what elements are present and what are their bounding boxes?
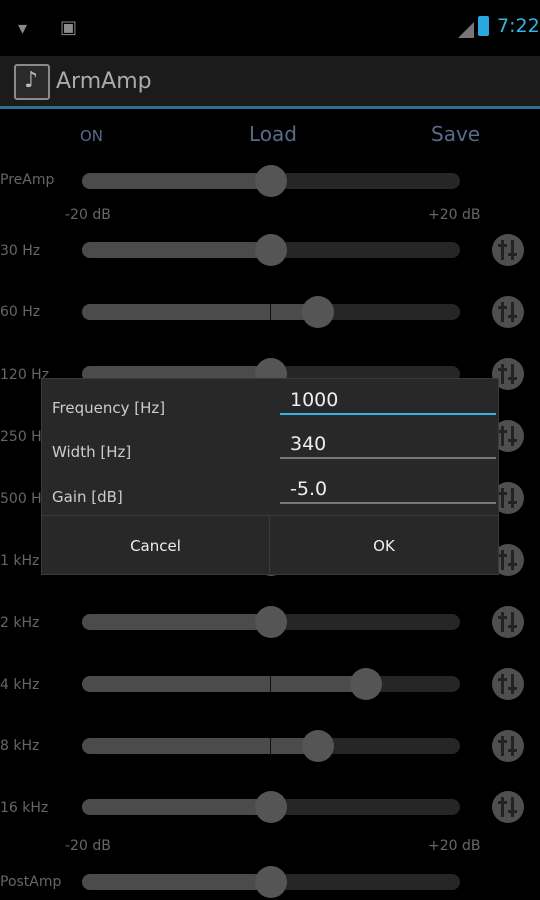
band-slider[interactable]: [82, 791, 460, 823]
band-adjust-icon[interactable]: [492, 234, 524, 266]
range-min-label: -20 dB: [65, 838, 111, 854]
image-icon: ▣: [60, 17, 78, 38]
save-button[interactable]: Save: [431, 122, 480, 146]
width-input[interactable]: 340: [280, 433, 496, 459]
width-row: Width [Hz] 340: [42, 427, 498, 471]
app-icon[interactable]: [14, 64, 50, 100]
range-max-label: +20 dB: [428, 838, 481, 854]
postamp-label: PostAmp: [0, 874, 62, 890]
band-label: 1 kHz: [0, 553, 40, 569]
frequency-input[interactable]: 1000: [280, 389, 496, 415]
slider-thumb[interactable]: [255, 234, 287, 266]
band-slider[interactable]: [82, 730, 460, 762]
gain-input[interactable]: -5.0: [280, 478, 496, 504]
app-title: ArmAmp: [56, 69, 152, 94]
on-toggle[interactable]: ON: [80, 127, 103, 145]
wifi-icon: ▾: [18, 18, 28, 39]
band-adjust-icon[interactable]: [492, 296, 524, 328]
preamp-label: PreAmp: [0, 172, 55, 188]
ok-button[interactable]: OK: [270, 516, 498, 576]
range-max-label: +20 dB: [428, 207, 481, 223]
slider-thumb[interactable]: [302, 730, 335, 762]
status-bar: ▾ ▣ 7:22: [0, 0, 540, 56]
band-slider[interactable]: [82, 606, 460, 638]
slider-thumb[interactable]: [255, 791, 287, 823]
width-label: Width [Hz]: [52, 443, 132, 461]
band-adjust-icon[interactable]: [492, 791, 524, 823]
clock: 7:22: [497, 15, 540, 37]
band-label: 2 kHz: [0, 615, 40, 631]
band-adjust-icon[interactable]: [492, 730, 524, 762]
frequency-row: Frequency [Hz] 1000: [42, 383, 498, 427]
band-label: 8 kHz: [0, 738, 40, 754]
slider-thumb[interactable]: [255, 606, 287, 638]
gain-row: Gain [dB] -5.0: [42, 472, 498, 516]
band-label: 4 kHz: [0, 677, 40, 693]
band-edit-dialog: Frequency [Hz] 1000 Width [Hz] 340 Gain …: [41, 378, 499, 576]
frequency-label: Frequency [Hz]: [52, 399, 166, 417]
cancel-button[interactable]: Cancel: [42, 516, 270, 576]
range-min-label: -20 dB: [65, 207, 111, 223]
load-button[interactable]: Load: [249, 122, 297, 146]
slider-thumb[interactable]: [349, 668, 382, 700]
slider-thumb[interactable]: [255, 165, 287, 197]
preamp-slider[interactable]: [82, 165, 460, 197]
postamp-slider[interactable]: [82, 866, 460, 898]
band-label: 30 Hz: [0, 243, 41, 259]
band-slider[interactable]: [82, 668, 460, 700]
band-label: 60 Hz: [0, 304, 41, 320]
action-bar: ArmAmp: [0, 56, 540, 109]
slider-thumb[interactable]: [302, 296, 335, 328]
band-slider[interactable]: [82, 234, 460, 266]
band-adjust-icon[interactable]: [492, 606, 524, 638]
slider-thumb[interactable]: [255, 866, 287, 898]
signal-icon: [458, 22, 474, 38]
band-slider[interactable]: [82, 296, 460, 328]
band-label: 16 kHz: [0, 800, 49, 816]
band-adjust-icon[interactable]: [492, 668, 524, 700]
gain-label: Gain [dB]: [52, 488, 123, 506]
dialog-buttons: Cancel OK: [42, 515, 498, 576]
battery-icon: [478, 16, 489, 36]
